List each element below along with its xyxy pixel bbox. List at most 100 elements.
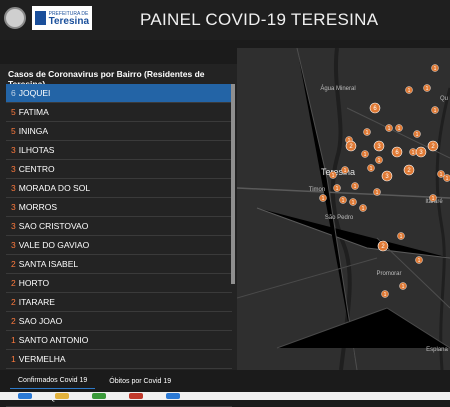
case-marker-count: 1 [322, 196, 325, 202]
case-marker-count: 1 [402, 284, 405, 290]
prefeitura-badge-icon [35, 11, 46, 25]
case-marker-count: 1 [446, 176, 449, 182]
neighborhood-row[interactable]: 5FATIMA [6, 103, 232, 122]
logo-city-text: Teresina [49, 18, 89, 26]
neighborhood-name: JOQUEI [19, 88, 51, 98]
neighborhood-name: SAO CRISTOVAO [19, 221, 89, 231]
map-view[interactable]: Água Mineral Teresina Timon São Pedro It… [237, 48, 450, 370]
case-marker-count: 1 [416, 132, 419, 138]
case-marker-count: 1 [384, 292, 387, 298]
city-seal-icon [4, 7, 26, 29]
map-label-sao-pedro: São Pedro [325, 215, 354, 221]
neighborhood-row[interactable]: 2SANTA ISABEL [6, 255, 232, 274]
case-count: 2 [11, 278, 16, 288]
panel-title: Casos de Coronavirus por Bairro (Residen… [0, 64, 237, 84]
case-marker-count: 1 [342, 198, 345, 204]
case-marker-count: 1 [434, 66, 437, 72]
neighborhood-row[interactable]: 6JOQUEI [6, 84, 232, 103]
neighborhood-row[interactable]: 3MORROS [6, 198, 232, 217]
neighborhood-name: SANTA ISABEL [19, 259, 78, 269]
case-count: 3 [11, 240, 16, 250]
neighborhood-row[interactable]: 3MORADA DO SOL [6, 179, 232, 198]
neighborhood-list: 6JOQUEI5FATIMA5ININGA3ILHOTAS3CENTRO3MOR… [6, 84, 232, 407]
map-label-qu: Qu [440, 96, 448, 102]
case-count: 1 [11, 335, 16, 345]
taskbar-icon-3[interactable] [92, 393, 106, 399]
neighborhood-row[interactable]: 3CENTRO [6, 160, 232, 179]
neighborhood-name: MORADA DO SOL [19, 183, 90, 193]
neighborhood-name: VALE DO GAVIAO [19, 240, 90, 250]
map-canvas[interactable]: Água Mineral Teresina Timon São Pedro It… [237, 48, 450, 370]
case-marker-count: 1 [398, 126, 401, 132]
neighborhood-name: HORTO [19, 278, 49, 288]
scrollbar[interactable] [231, 84, 235, 284]
case-marker-count: 1 [366, 130, 369, 136]
neighborhood-row[interactable]: 1SANTO ANTONIO [6, 331, 232, 350]
taskbar-icon-4[interactable] [129, 393, 143, 399]
map-label-promorar: Promorar [376, 271, 401, 277]
case-count: 3 [11, 164, 16, 174]
neighborhood-name: CENTRO [19, 164, 55, 174]
case-marker-count: 1 [388, 126, 391, 132]
neighborhood-row[interactable]: 1VERMELHA [6, 350, 232, 369]
os-taskbar [0, 392, 450, 400]
taskbar-icon-2[interactable] [55, 393, 69, 399]
case-count: 5 [11, 107, 16, 117]
neighborhood-row[interactable]: 5ININGA [6, 122, 232, 141]
cases-by-neighborhood-panel: Casos de Coronavirus por Bairro (Residen… [0, 64, 237, 370]
case-count: 2 [11, 259, 16, 269]
case-marker-count: 1 [378, 158, 381, 164]
case-marker-count: 1 [418, 258, 421, 264]
neighborhood-name: ITARARE [19, 297, 55, 307]
neighborhood-row[interactable]: 2ITARARE [6, 293, 232, 312]
case-count: 3 [11, 202, 16, 212]
case-count: 3 [11, 145, 16, 155]
case-marker-count: 1 [426, 86, 429, 92]
app-header: PREFEITURA DE Teresina PAINEL COVID-19 T… [0, 0, 450, 40]
tab-confirmados[interactable]: Confirmados Covid 19 [10, 373, 95, 389]
map-label-esplanada: Esplana [426, 347, 448, 353]
case-count: 2 [11, 316, 16, 326]
case-marker-count: 1 [434, 108, 437, 114]
map-label-timon: Timon [309, 187, 325, 193]
case-marker-count: 1 [432, 196, 435, 202]
neighborhood-row[interactable]: 2HORTO [6, 274, 232, 293]
neighborhood-row[interactable]: 3SAO CRISTOVAO [6, 217, 232, 236]
neighborhood-row[interactable]: 2SAO JOAO [6, 312, 232, 331]
case-marker-count: 1 [332, 173, 335, 179]
neighborhood-row[interactable]: 3ILHOTAS [6, 141, 232, 160]
case-count: 1 [11, 354, 16, 364]
case-marker-count: 1 [370, 166, 373, 172]
case-marker-count: 1 [408, 88, 411, 94]
map-label-agua-mineral: Água Mineral [320, 85, 355, 92]
case-marker-count: 1 [400, 234, 403, 240]
tab-obitos[interactable]: Óbitos por Covid 19 [101, 374, 179, 389]
neighborhood-name: ILHOTAS [19, 145, 55, 155]
taskbar-icon-5[interactable] [166, 393, 180, 399]
neighborhood-name: VERMELHA [19, 354, 66, 364]
case-marker-count: 1 [440, 172, 443, 178]
case-marker-count: 1 [354, 184, 357, 190]
case-count: 2 [11, 297, 16, 307]
neighborhood-name: MORROS [19, 202, 57, 212]
case-marker-count: 1 [352, 200, 355, 206]
case-marker-count: 1 [336, 186, 339, 192]
case-marker-count: 1 [344, 168, 347, 174]
case-marker-count: 1 [412, 150, 415, 156]
prefeitura-logo: PREFEITURA DE Teresina [32, 6, 92, 30]
case-count: 3 [11, 183, 16, 193]
case-count: 5 [11, 126, 16, 136]
case-marker-count: 1 [376, 190, 379, 196]
taskbar-icon-1[interactable] [18, 393, 32, 399]
neighborhood-name: ININGA [19, 126, 48, 136]
tab-bar: Confirmados Covid 19 Óbitos por Covid 19 [0, 370, 237, 392]
page-title: PAINEL COVID-19 TERESINA [140, 10, 378, 30]
case-marker-count: 1 [362, 206, 365, 212]
case-marker-count: 1 [364, 152, 367, 158]
map-label-teresina: Teresina [321, 167, 355, 177]
neighborhood-name: SANTO ANTONIO [19, 335, 89, 345]
logo-area: PREFEITURA DE Teresina [4, 6, 92, 30]
case-count: 6 [11, 88, 16, 98]
neighborhood-row[interactable]: 3VALE DO GAVIAO [6, 236, 232, 255]
neighborhood-name: FATIMA [19, 107, 49, 117]
